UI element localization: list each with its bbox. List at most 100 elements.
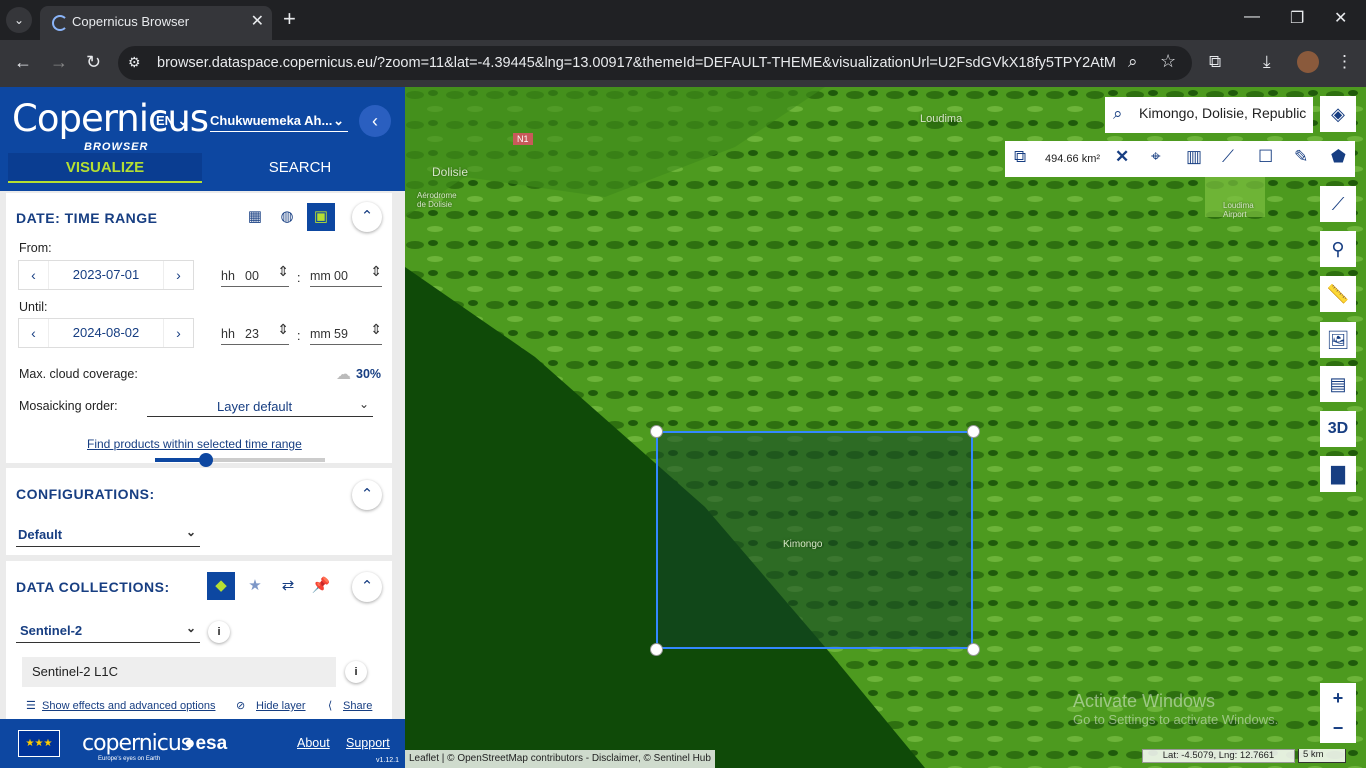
collection-select[interactable]: Sentinel-2 ⌄ bbox=[16, 621, 200, 643]
close-window-button[interactable]: ✕ bbox=[1334, 8, 1347, 28]
zoom-in-button[interactable]: + bbox=[1320, 683, 1356, 713]
mosaic-select[interactable]: Layer default ⌄ bbox=[147, 397, 373, 417]
statistics-icon[interactable]: ⟋ bbox=[1222, 147, 1234, 167]
search-icon[interactable]: ⌕ bbox=[1128, 52, 1138, 72]
data-collections-panel: DATA COLLECTIONS: ◆ ★ ⇄ 📌 ⌃ Sentinel-2 ⌄ … bbox=[6, 561, 392, 719]
aerodrome-label: Aérodrome de Dolisie bbox=[417, 191, 457, 209]
mosaic-label: Mosaicking order: bbox=[19, 399, 118, 413]
cloud-coverage-slider[interactable] bbox=[155, 453, 325, 467]
new-tab-button[interactable]: + bbox=[283, 6, 296, 32]
close-tab-icon[interactable]: ✕ bbox=[251, 11, 264, 31]
from-label: From: bbox=[19, 241, 52, 255]
aoi-vertex-handle[interactable] bbox=[967, 425, 980, 438]
from-date-picker[interactable]: ‹ 2023-07-01 › bbox=[18, 260, 194, 290]
image-download-button[interactable]: 🖼 bbox=[1320, 322, 1356, 358]
collapse-panel-button[interactable]: ⌃ bbox=[352, 480, 382, 510]
language-select[interactable]: EN ⌄ bbox=[156, 113, 189, 129]
tab-search-button[interactable]: ⌄ bbox=[6, 7, 32, 33]
area-of-interest-rectangle[interactable]: Kimongo bbox=[656, 431, 973, 649]
windows-activation-watermark: Activate Windows Go to Settings to activ… bbox=[1073, 691, 1279, 727]
support-link[interactable]: Support bbox=[346, 736, 390, 750]
info-icon[interactable]: i bbox=[208, 621, 230, 643]
map-attribution[interactable]: Leaflet | © OpenStreetMap contributors -… bbox=[405, 750, 715, 768]
next-date-icon[interactable]: › bbox=[163, 261, 193, 289]
prev-date-icon[interactable]: ‹ bbox=[19, 261, 49, 289]
aoi-vertex-handle[interactable] bbox=[650, 643, 663, 656]
info-icon[interactable]: i bbox=[345, 661, 367, 683]
forward-button[interactable]: → bbox=[50, 52, 68, 73]
about-link[interactable]: About bbox=[297, 736, 330, 750]
collapse-panel-button[interactable]: ⌃ bbox=[352, 202, 382, 232]
satellite-imagery bbox=[405, 87, 1366, 768]
zoom-out-button[interactable]: − bbox=[1320, 713, 1356, 743]
rectangle-icon[interactable]: ☐ bbox=[1258, 147, 1273, 167]
compare-icon[interactable]: ⇄ bbox=[274, 572, 302, 600]
edit-icon[interactable]: ✎ bbox=[1294, 147, 1308, 167]
ruler-button[interactable]: 📏 bbox=[1320, 276, 1356, 312]
date-panel-title: DATE: TIME RANGE bbox=[16, 210, 158, 226]
tab-visualize[interactable]: VISUALIZE bbox=[8, 153, 202, 183]
map-view[interactable]: N1 Dolisie Loudima Aérodrome de Dolisie … bbox=[405, 87, 1366, 768]
histogram-icon[interactable]: ▥ bbox=[1186, 147, 1202, 167]
chart-button[interactable]: ▇ bbox=[1320, 456, 1356, 492]
site-info-icon[interactable]: ⚙ bbox=[128, 54, 141, 71]
measure-line-button[interactable]: ⟋ bbox=[1320, 186, 1356, 222]
layers-button[interactable]: ◈ bbox=[1320, 96, 1356, 132]
time-range-icon[interactable]: ▣ bbox=[307, 203, 335, 231]
find-products-link[interactable]: Find products within selected time range bbox=[87, 437, 302, 451]
pin-location-button[interactable]: ⚲ bbox=[1320, 231, 1356, 267]
extensions-icon[interactable]: ⧉ bbox=[1209, 52, 1221, 72]
back-button[interactable]: ← bbox=[14, 52, 32, 73]
collapse-panel-button[interactable]: ⌃ bbox=[352, 572, 382, 602]
copernicus-footer-logo: copernicus bbox=[82, 731, 192, 756]
dolisie-label: Dolisie bbox=[432, 165, 469, 179]
share-link[interactable]: Share bbox=[343, 700, 372, 712]
configuration-select[interactable]: Default ⌄ bbox=[16, 525, 200, 547]
clear-aoi-icon[interactable]: ✕ bbox=[1115, 147, 1129, 167]
loudima-airport-label: Loudima Airport bbox=[1223, 201, 1254, 219]
until-date-picker[interactable]: ‹ 2024-08-02 › bbox=[18, 318, 194, 348]
prev-date-icon[interactable]: ‹ bbox=[19, 319, 49, 347]
loudima-label: Loudima bbox=[920, 113, 963, 125]
star-icon[interactable]: ★ bbox=[241, 572, 269, 600]
slider-handle[interactable] bbox=[199, 453, 213, 467]
calendar-icon[interactable]: ▦ bbox=[241, 203, 269, 231]
aoi-vertex-handle[interactable] bbox=[967, 643, 980, 656]
location-search-input[interactable] bbox=[1139, 105, 1309, 121]
until-hour-field[interactable]: hh 23 ⇕ bbox=[221, 321, 289, 345]
pin-icon[interactable]: 📌 bbox=[307, 572, 335, 600]
browser-tab[interactable]: Copernicus Browser ✕ bbox=[40, 6, 272, 40]
next-date-icon[interactable]: › bbox=[163, 319, 193, 347]
location-search[interactable]: ⌕ bbox=[1105, 97, 1313, 133]
3d-button[interactable]: 3D bbox=[1320, 411, 1356, 447]
tab-search[interactable]: SEARCH bbox=[210, 153, 390, 183]
menu-icon[interactable]: ⋮ bbox=[1336, 52, 1353, 72]
from-hour-field[interactable]: hh 00 ⇕ bbox=[221, 263, 289, 287]
cloud-coverage-value: 30% bbox=[356, 367, 382, 381]
address-bar[interactable]: ⚙ browser.dataspace.copernicus.eu/?zoom=… bbox=[118, 46, 1192, 80]
copy-icon[interactable]: ⧉ bbox=[1014, 147, 1026, 167]
download-icon[interactable]: ⤓ bbox=[1263, 52, 1271, 72]
maximize-button[interactable]: ❐ bbox=[1290, 8, 1304, 28]
until-minute-field[interactable]: mm 59 ⇕ bbox=[310, 321, 382, 345]
globe-icon[interactable]: ◍ bbox=[273, 203, 301, 231]
version-label: v1.12.1 bbox=[376, 757, 399, 764]
user-menu[interactable]: Chukwuemeka Ah... ⌄ bbox=[210, 113, 348, 132]
aoi-vertex-handle[interactable] bbox=[650, 425, 663, 438]
hide-layer-link[interactable]: Hide layer bbox=[256, 700, 306, 712]
layers-icon[interactable]: ◆ bbox=[207, 572, 235, 600]
timelapse-button[interactable]: ▤ bbox=[1320, 366, 1356, 402]
minimize-button[interactable]: — bbox=[1244, 8, 1260, 26]
reload-button[interactable]: ↻ bbox=[86, 52, 101, 73]
crosshair-icon[interactable]: ⌖ bbox=[1151, 147, 1161, 167]
bookmark-star-icon[interactable]: ☆ bbox=[1160, 51, 1176, 72]
collapse-sidebar-button[interactable]: ‹ bbox=[359, 105, 391, 137]
profile-avatar[interactable] bbox=[1297, 51, 1319, 73]
date-panel: DATE: TIME RANGE ▦ ◍ ▣ ⌃ From: ‹ 2023-07… bbox=[6, 193, 392, 463]
chevron-down-icon: ⌄ bbox=[358, 397, 369, 411]
from-minute-field[interactable]: mm 00 ⇕ bbox=[310, 263, 382, 287]
polygon-icon[interactable]: ⬟ bbox=[1331, 147, 1346, 167]
show-effects-link[interactable]: Show effects and advanced options bbox=[42, 700, 215, 712]
sub-collection-item[interactable]: Sentinel-2 L1C bbox=[22, 657, 336, 687]
url-text: browser.dataspace.copernicus.eu/?zoom=11… bbox=[157, 55, 1117, 71]
